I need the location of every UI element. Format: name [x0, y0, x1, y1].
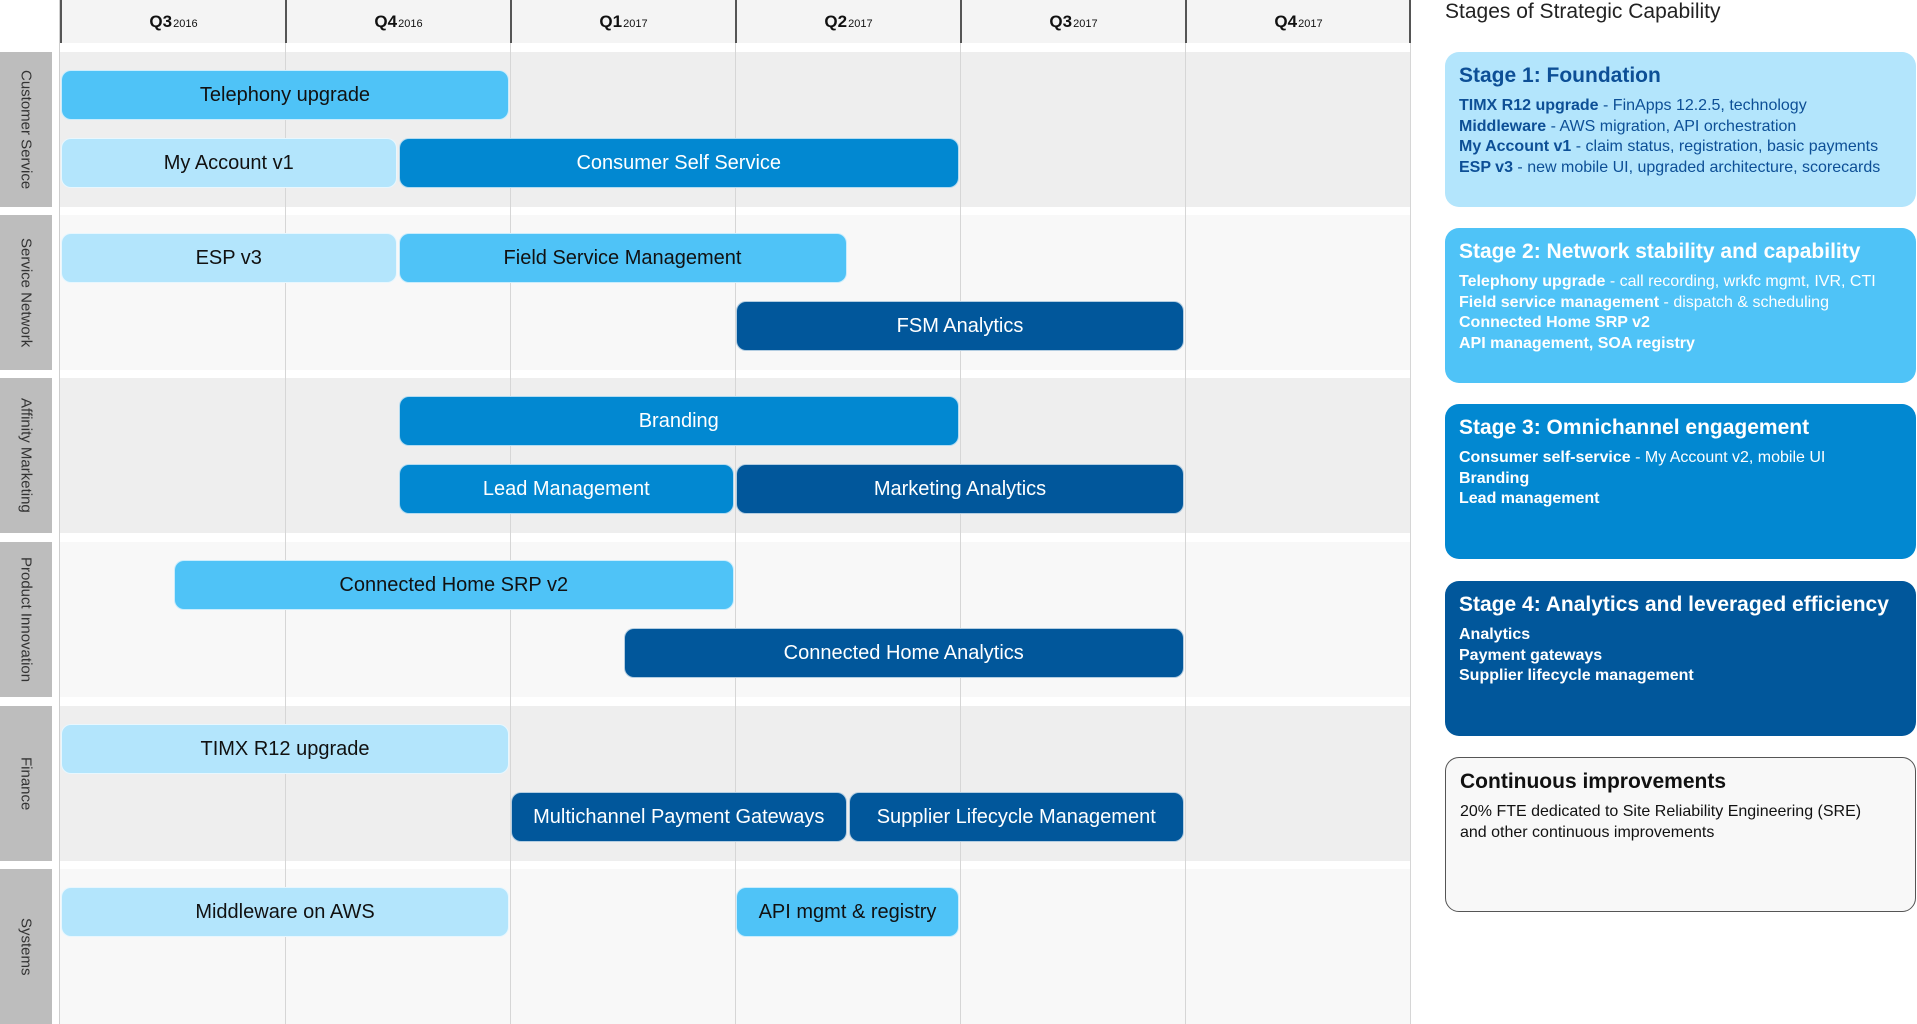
roadmap-bar-timx-r12-upgrade[interactable]: TIMX R12 upgrade — [61, 724, 509, 774]
quarter-gridline — [1185, 43, 1186, 1024]
lane-label-text: Customer Service — [17, 69, 35, 190]
stage-item: Field service management - dispatch & sc… — [1459, 293, 1829, 311]
roadmap-bar-fsm-analytics[interactable]: FSM Analytics — [736, 301, 1184, 351]
quarter-header: Q4 2017 — [1185, 0, 1410, 43]
continuous-line: 20% FTE dedicated to Site Reliability En… — [1460, 803, 1862, 820]
bar-label: Telephony upgrade — [199, 83, 371, 106]
quarter-header: Q1 2017 — [510, 0, 735, 43]
quarter-label: Q4 — [1274, 11, 1298, 31]
stage-item: Middleware - AWS migration, API orchestr… — [1459, 117, 1797, 135]
stage-item: Telephony upgrade - call recording, wrkf… — [1459, 273, 1876, 290]
stage-item: Payment gateways — [1459, 646, 1603, 664]
lane-label-service-network: Service Network — [0, 215, 52, 370]
quarter-label: Q2 — [824, 11, 848, 31]
stage-item: Supplier lifecycle management — [1459, 667, 1694, 684]
roadmap-bar-connected-home-analytics[interactable]: Connected Home Analytics — [623, 628, 1184, 678]
bar-label: Marketing Analytics — [873, 477, 1047, 500]
lane-label-affinity-marketing: Affinity Marketing — [0, 378, 52, 533]
stage-item: TIMX R12 upgrade - FinApps 12.2.5, techn… — [1459, 97, 1807, 114]
stage-item: Connected Home SRP v2 — [1459, 314, 1650, 331]
continuous-line: and other continuous improvements — [1460, 823, 1715, 841]
bar-label: Middleware on AWS — [195, 900, 375, 923]
lane-label-text: Product Innovation — [17, 556, 35, 683]
bar-label: TIMX R12 upgrade — [200, 737, 370, 760]
lane-label-product-innovation: Product Innovation — [0, 542, 52, 697]
stage-item: ESP v3 - new mobile UI, upgraded archite… — [1459, 158, 1881, 176]
roadmap-bar-api-mgmt-registry[interactable]: API mgmt & registry — [736, 887, 959, 937]
quarter-gridline — [1410, 43, 1411, 1024]
quarter-header: Q4 2016 — [285, 0, 510, 43]
quarter-year: 2017 — [848, 17, 873, 30]
quarter-gridline — [285, 43, 286, 1024]
bar-label: Branding — [638, 409, 719, 432]
roadmap-bar-field-service-management[interactable]: Field Service Management — [398, 233, 847, 283]
quarter-year: 2016 — [173, 17, 198, 30]
quarter-label: Q3 — [149, 11, 173, 31]
bar-label: My Account v1 — [163, 151, 294, 174]
bar-label: Connected Home SRP v2 — [339, 573, 569, 596]
roadmap-bar-connected-home-srp-v2[interactable]: Connected Home SRP v2 — [173, 560, 734, 610]
quarter-label: Q4 — [374, 11, 398, 31]
lane-label-text: Service Network — [17, 237, 35, 348]
quarter-year: 2017 — [1073, 17, 1098, 30]
stage-item: Branding — [1459, 469, 1530, 487]
continuous-improvements-card: Continuous improvements 20% FTE dedicate… — [1445, 757, 1916, 912]
lane-label-text: Affinity Marketing — [17, 398, 35, 513]
lane-label-systems: Systems — [0, 869, 52, 1024]
quarter-header: Q2 2017 — [735, 0, 960, 43]
quarter-header: Q3 2016 — [60, 0, 285, 43]
bar-label: Multichannel Payment Gateways — [533, 805, 825, 828]
roadmap-bar-branding[interactable]: Branding — [398, 396, 959, 446]
stage-item: API management, SOA registry — [1459, 334, 1695, 352]
roadmap-bar-lead-management[interactable]: Lead Management — [398, 464, 734, 514]
bar-label: Consumer Self Service — [576, 151, 782, 174]
stage-item: Lead management — [1459, 490, 1600, 507]
roadmap-bar-consumer-self-service[interactable]: Consumer Self Service — [398, 138, 959, 188]
stage-2-card: Stage 2: Network stability and capabilit… — [1445, 228, 1916, 383]
stage-4-card: Stage 4: Analytics and leveraged efficie… — [1445, 581, 1916, 736]
quarter-label: Q1 — [599, 11, 623, 31]
stage-3-card: Stage 3: Omnichannel engagement Consumer… — [1445, 404, 1916, 559]
quarter-year: 2017 — [1298, 17, 1323, 30]
quarter-gridline — [735, 43, 736, 1024]
header-end-line — [1409, 0, 1411, 43]
continuous-improvements-title: Continuous improvements — [1460, 770, 1727, 793]
stage-1-card: Stage 1: Foundation TIMX R12 upgrade - F… — [1445, 52, 1916, 207]
stage-2-title: Stage 2: Network stability and capabilit… — [1459, 240, 1861, 263]
stage-item: Analytics — [1459, 626, 1531, 643]
stages-panel-title: Stages of Strategic Capability — [1445, 0, 1721, 23]
stage-item: Consumer self-service - My Account v2, m… — [1459, 449, 1826, 466]
bar-label: Field Service Management — [503, 246, 742, 269]
roadmap-bar-middleware-on-aws[interactable]: Middleware on AWS — [61, 887, 509, 937]
stage-3-title: Stage 3: Omnichannel engagement — [1459, 416, 1810, 439]
timeline-axis-line — [59, 0, 60, 1024]
bar-label: Supplier Lifecycle Management — [876, 805, 1156, 828]
stage-1-title: Stage 1: Foundation — [1459, 64, 1661, 87]
lane-label-finance: Finance — [0, 706, 52, 861]
quarter-year: 2017 — [623, 17, 648, 30]
quarter-year: 2016 — [398, 17, 423, 30]
roadmap-bar-supplier-lifecycle-management[interactable]: Supplier Lifecycle Management — [848, 792, 1184, 842]
bar-label: Connected Home Analytics — [783, 641, 1024, 664]
stage-item: My Account v1 - claim status, registrati… — [1459, 138, 1879, 155]
quarter-label: Q3 — [1049, 11, 1073, 31]
bar-label: ESP v3 — [195, 246, 262, 269]
bar-label: FSM Analytics — [896, 314, 1024, 337]
quarter-gridline — [510, 43, 511, 1024]
roadmap-bar-esp-v3[interactable]: ESP v3 — [61, 233, 397, 283]
bar-label: Lead Management — [482, 477, 650, 500]
quarter-header: Q3 2017 — [960, 0, 1185, 43]
roadmap-bar-my-account-v1[interactable]: My Account v1 — [61, 138, 397, 188]
quarter-gridline — [960, 43, 961, 1024]
stage-4-title: Stage 4: Analytics and leveraged efficie… — [1459, 593, 1889, 616]
lane-label-customer-service: Customer Service — [0, 52, 52, 207]
lane-label-text: Finance — [17, 756, 35, 811]
roadmap-bar-multichannel-payment-gateways[interactable]: Multichannel Payment Gateways — [511, 792, 847, 842]
lane-label-text: Systems — [17, 917, 35, 976]
roadmap-bar-telephony-upgrade[interactable]: Telephony upgrade — [61, 70, 509, 120]
roadmap-bar-marketing-analytics[interactable]: Marketing Analytics — [736, 464, 1184, 514]
bar-label: API mgmt & registry — [758, 900, 937, 923]
